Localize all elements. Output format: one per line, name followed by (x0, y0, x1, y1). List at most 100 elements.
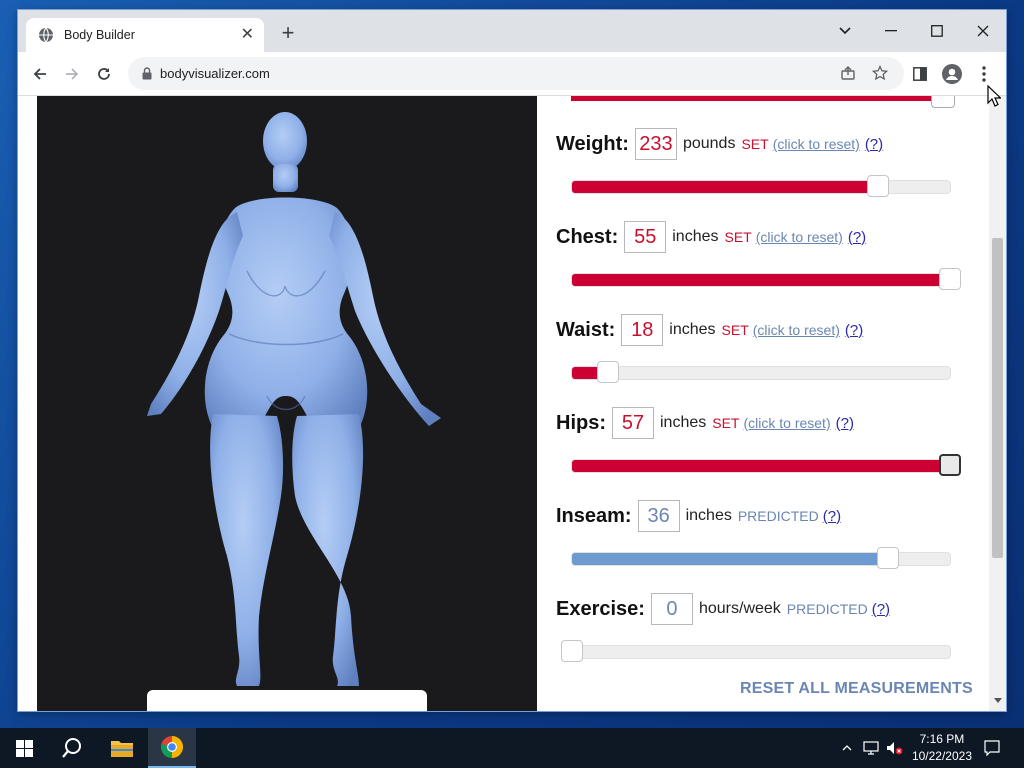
scroll-down-arrow-icon[interactable] (994, 698, 1002, 703)
exercise-row: Exercise: 0 hours/week PREDICTED (?) (556, 592, 890, 626)
tab-search-chevron-icon[interactable] (822, 16, 868, 46)
inseam-label: Inseam: (556, 504, 632, 527)
weight-label: Weight: (556, 132, 629, 155)
inseam-row: Inseam: 36 inches PREDICTED (?) (556, 499, 841, 533)
chest-slider[interactable] (571, 268, 961, 290)
exercise-status: PREDICTED (786, 601, 868, 617)
browser-window: Body Builder ✕ + bodyvisualizer.com Weig… (18, 10, 1006, 711)
chest-unit: inches (672, 228, 719, 245)
forward-button[interactable] (60, 62, 84, 86)
chest-help-link[interactable]: (?) (848, 229, 866, 246)
waist-row: Waist: 18 inches SET (click to reset) (?) (556, 313, 863, 347)
exercise-help-link[interactable]: (?) (872, 601, 890, 618)
exercise-value-input[interactable]: 0 (650, 593, 693, 625)
clock-time: 7:16 PM (919, 732, 965, 746)
exercise-slider[interactable] (561, 640, 951, 662)
lock-icon[interactable] (142, 67, 152, 85)
scrollbar-thumb[interactable] (992, 238, 1003, 558)
reset-all-measurements-button[interactable]: RESET ALL MEASUREMENTS (740, 680, 973, 698)
inseam-value-input[interactable]: 36 (637, 500, 680, 532)
tab-strip: Body Builder ✕ + (18, 10, 1006, 52)
bookmark-star-icon[interactable] (868, 61, 892, 85)
windows-logo-icon (15, 739, 33, 757)
measurement-controls: Weight: 233 pounds SET (click to reset) (?) Ch… (556, 96, 988, 711)
network-icon[interactable] (860, 728, 882, 768)
weight-status: SET (741, 136, 769, 152)
hips-slider[interactable] (571, 454, 961, 476)
notification-icon (984, 740, 1000, 756)
hips-label: Hips: (556, 411, 606, 434)
close-window-button[interactable] (960, 16, 1006, 46)
previous-slider-fill (571, 96, 951, 101)
exercise-label: Exercise: (556, 597, 645, 620)
page-viewport: Weight: 233 pounds SET (click to reset) (?) Ch… (18, 96, 1006, 711)
new-tab-button[interactable]: + (276, 20, 300, 45)
volume-muted-icon[interactable] (884, 728, 906, 768)
weight-help-link[interactable]: (?) (865, 136, 883, 153)
show-hidden-icons-chevron-icon[interactable] (838, 728, 856, 768)
minimize-button[interactable] (868, 16, 914, 46)
hips-value-input[interactable]: 57 (612, 407, 654, 439)
body-model-figure (147, 112, 441, 686)
hips-help-link[interactable]: (?) (836, 415, 854, 432)
mouse-cursor-icon (987, 85, 1001, 107)
exercise-unit: hours/week (698, 600, 781, 617)
chest-slider-fill (572, 274, 950, 286)
maximize-button[interactable] (914, 16, 960, 46)
chest-slider-thumb[interactable] (939, 268, 961, 290)
hips-unit: inches (660, 414, 707, 431)
weight-slider-fill (572, 181, 879, 193)
waist-unit: inches (669, 321, 716, 338)
inseam-help-link[interactable]: (?) (823, 508, 841, 525)
waist-help-link[interactable]: (?) (845, 322, 863, 339)
chrome-taskbar-button[interactable] (148, 728, 196, 768)
hips-status: SET (712, 415, 740, 431)
share-icon[interactable] (836, 61, 860, 85)
notifications-button[interactable] (978, 728, 1006, 768)
reload-button[interactable] (92, 62, 116, 86)
url-text[interactable]: bodyvisualizer.com (160, 66, 270, 81)
weight-slider-thumb[interactable] (867, 175, 890, 197)
back-button[interactable] (28, 62, 52, 86)
globe-icon (38, 27, 54, 43)
exercise-slider-thumb[interactable] (561, 640, 583, 662)
page-scrollbar[interactable] (989, 96, 1006, 711)
inseam-slider[interactable] (571, 547, 951, 569)
search-button[interactable] (48, 728, 96, 768)
weight-reset-link[interactable]: (click to reset) (773, 136, 860, 152)
chest-row: Chest: 55 inches SET (click to reset) (?) (556, 220, 866, 254)
inseam-slider-thumb[interactable] (877, 547, 899, 569)
weight-unit: pounds (682, 135, 736, 152)
waist-slider[interactable] (571, 361, 951, 383)
tab-body-builder[interactable]: Body Builder ✕ (26, 18, 264, 52)
chest-value-input[interactable]: 55 (624, 221, 667, 253)
chest-reset-link[interactable]: (click to reset) (756, 229, 843, 245)
body-model-canvas[interactable] (37, 96, 537, 711)
hips-reset-link[interactable]: (click to reset) (743, 415, 830, 431)
menu-kebab-icon[interactable] (972, 62, 996, 86)
waist-label: Waist: (556, 318, 616, 341)
clock-date: 10/22/2023 (911, 749, 972, 763)
waist-slider-thumb[interactable] (597, 361, 620, 383)
folder-icon (111, 741, 133, 757)
close-tab-icon[interactable]: ✕ (241, 27, 254, 43)
start-button[interactable] (0, 728, 48, 768)
tab-title: Body Builder (64, 28, 135, 42)
inseam-slider-fill (572, 553, 888, 565)
profile-avatar-icon[interactable] (940, 62, 964, 86)
file-explorer-button[interactable] (98, 728, 146, 768)
address-bar[interactable]: bodyvisualizer.com (128, 57, 904, 90)
chest-label: Chest: (556, 225, 619, 248)
previous-slider-thumb[interactable] (931, 96, 955, 108)
weight-slider[interactable] (571, 175, 951, 197)
taskbar: 7:16 PM 10/22/2023 (0, 728, 1024, 768)
inseam-unit: inches (685, 507, 732, 524)
waist-reset-link[interactable]: (click to reset) (753, 322, 840, 338)
waist-value-input[interactable]: 18 (621, 314, 664, 346)
weight-value-input[interactable]: 233 (634, 128, 677, 160)
hips-slider-thumb[interactable] (939, 454, 961, 476)
side-panel-icon[interactable] (908, 62, 932, 86)
model-info-card (147, 690, 427, 711)
weight-row: Weight: 233 pounds SET (click to reset) (?) (556, 127, 883, 161)
taskbar-clock[interactable]: 7:16 PM 10/22/2023 (912, 731, 972, 765)
